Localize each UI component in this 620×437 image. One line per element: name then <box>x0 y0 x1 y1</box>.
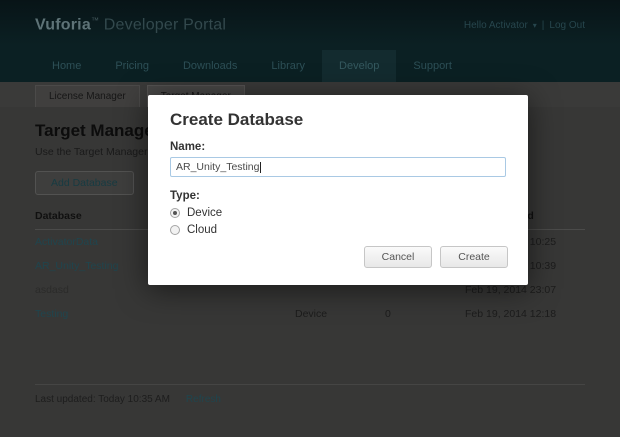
cancel-button[interactable]: Cancel <box>364 246 432 268</box>
database-link[interactable]: Testing <box>35 308 295 320</box>
table-row: Testing Device 0 Feb 19, 2014 12:18 <box>35 302 585 326</box>
type-options-group: Type: Device Cloud <box>170 190 506 236</box>
database-name-input[interactable]: AR_Unity_Testing <box>170 157 506 177</box>
header-text-divider: | <box>541 19 545 31</box>
logout-link[interactable]: Log Out <box>549 20 585 31</box>
radio-selected-icon <box>170 208 180 218</box>
database-link[interactable]: asdasd <box>35 284 295 296</box>
nav-item-downloads[interactable]: Downloads <box>166 50 254 82</box>
logo-secondary-text: Developer Portal <box>99 16 227 34</box>
radio-option-cloud[interactable]: Cloud <box>170 224 506 236</box>
modal-title: Create Database <box>170 110 304 129</box>
database-targets: 0 <box>385 308 391 320</box>
chevron-down-icon[interactable]: ▾ <box>533 21 537 30</box>
logo-primary-text: Vuforia <box>35 16 91 34</box>
tab-license-manager[interactable]: License Manager <box>35 85 140 107</box>
nav-item-library[interactable]: Library <box>254 50 322 82</box>
user-greeting-link[interactable]: Hello Activator <box>464 20 528 31</box>
vuforia-logo[interactable]: Vuforia™ Developer Portal <box>35 16 226 34</box>
app-header: Vuforia™ Developer Portal Hello Activato… <box>0 0 620 82</box>
last-updated-row: Last updated: Today 10:35 AM Refresh <box>35 384 585 405</box>
user-menu: Hello Activator ▾ | Log Out <box>464 20 585 31</box>
radio-option-label: Device <box>187 207 223 219</box>
radio-option-label: Cloud <box>187 224 218 236</box>
primary-nav: Home Pricing Downloads Library Develop S… <box>35 50 585 82</box>
nav-item-pricing[interactable]: Pricing <box>98 50 166 82</box>
text-cursor-icon <box>260 161 262 173</box>
radio-unselected-icon <box>170 225 180 235</box>
modal-button-row: Cancel Create <box>364 246 508 268</box>
database-modified: Feb 19, 2014 23:07 <box>465 284 557 296</box>
radio-option-device[interactable]: Device <box>170 207 506 219</box>
nav-item-home[interactable]: Home <box>35 50 98 82</box>
create-database-modal: Create Database Name: AR_Unity_Testing T… <box>148 95 528 285</box>
type-label: Type: <box>170 190 200 202</box>
refresh-link[interactable]: Refresh <box>186 394 221 405</box>
input-value-text: AR_Unity_Testing <box>176 161 260 173</box>
database-type: Device <box>295 308 328 320</box>
name-label: Name: <box>170 141 206 153</box>
last-updated-text: Last updated: Today 10:35 AM <box>35 394 170 405</box>
add-database-button[interactable]: Add Database <box>35 171 134 195</box>
nav-item-support[interactable]: Support <box>396 50 469 82</box>
header-top-row: Vuforia™ Developer Portal Hello Activato… <box>35 0 585 50</box>
database-modified: Feb 19, 2014 12:18 <box>465 308 557 320</box>
trademark-icon: ™ <box>90 15 100 25</box>
database-targets <box>385 284 465 296</box>
create-button[interactable]: Create <box>440 246 508 268</box>
nav-item-develop[interactable]: Develop <box>322 50 397 82</box>
database-type <box>295 284 385 296</box>
